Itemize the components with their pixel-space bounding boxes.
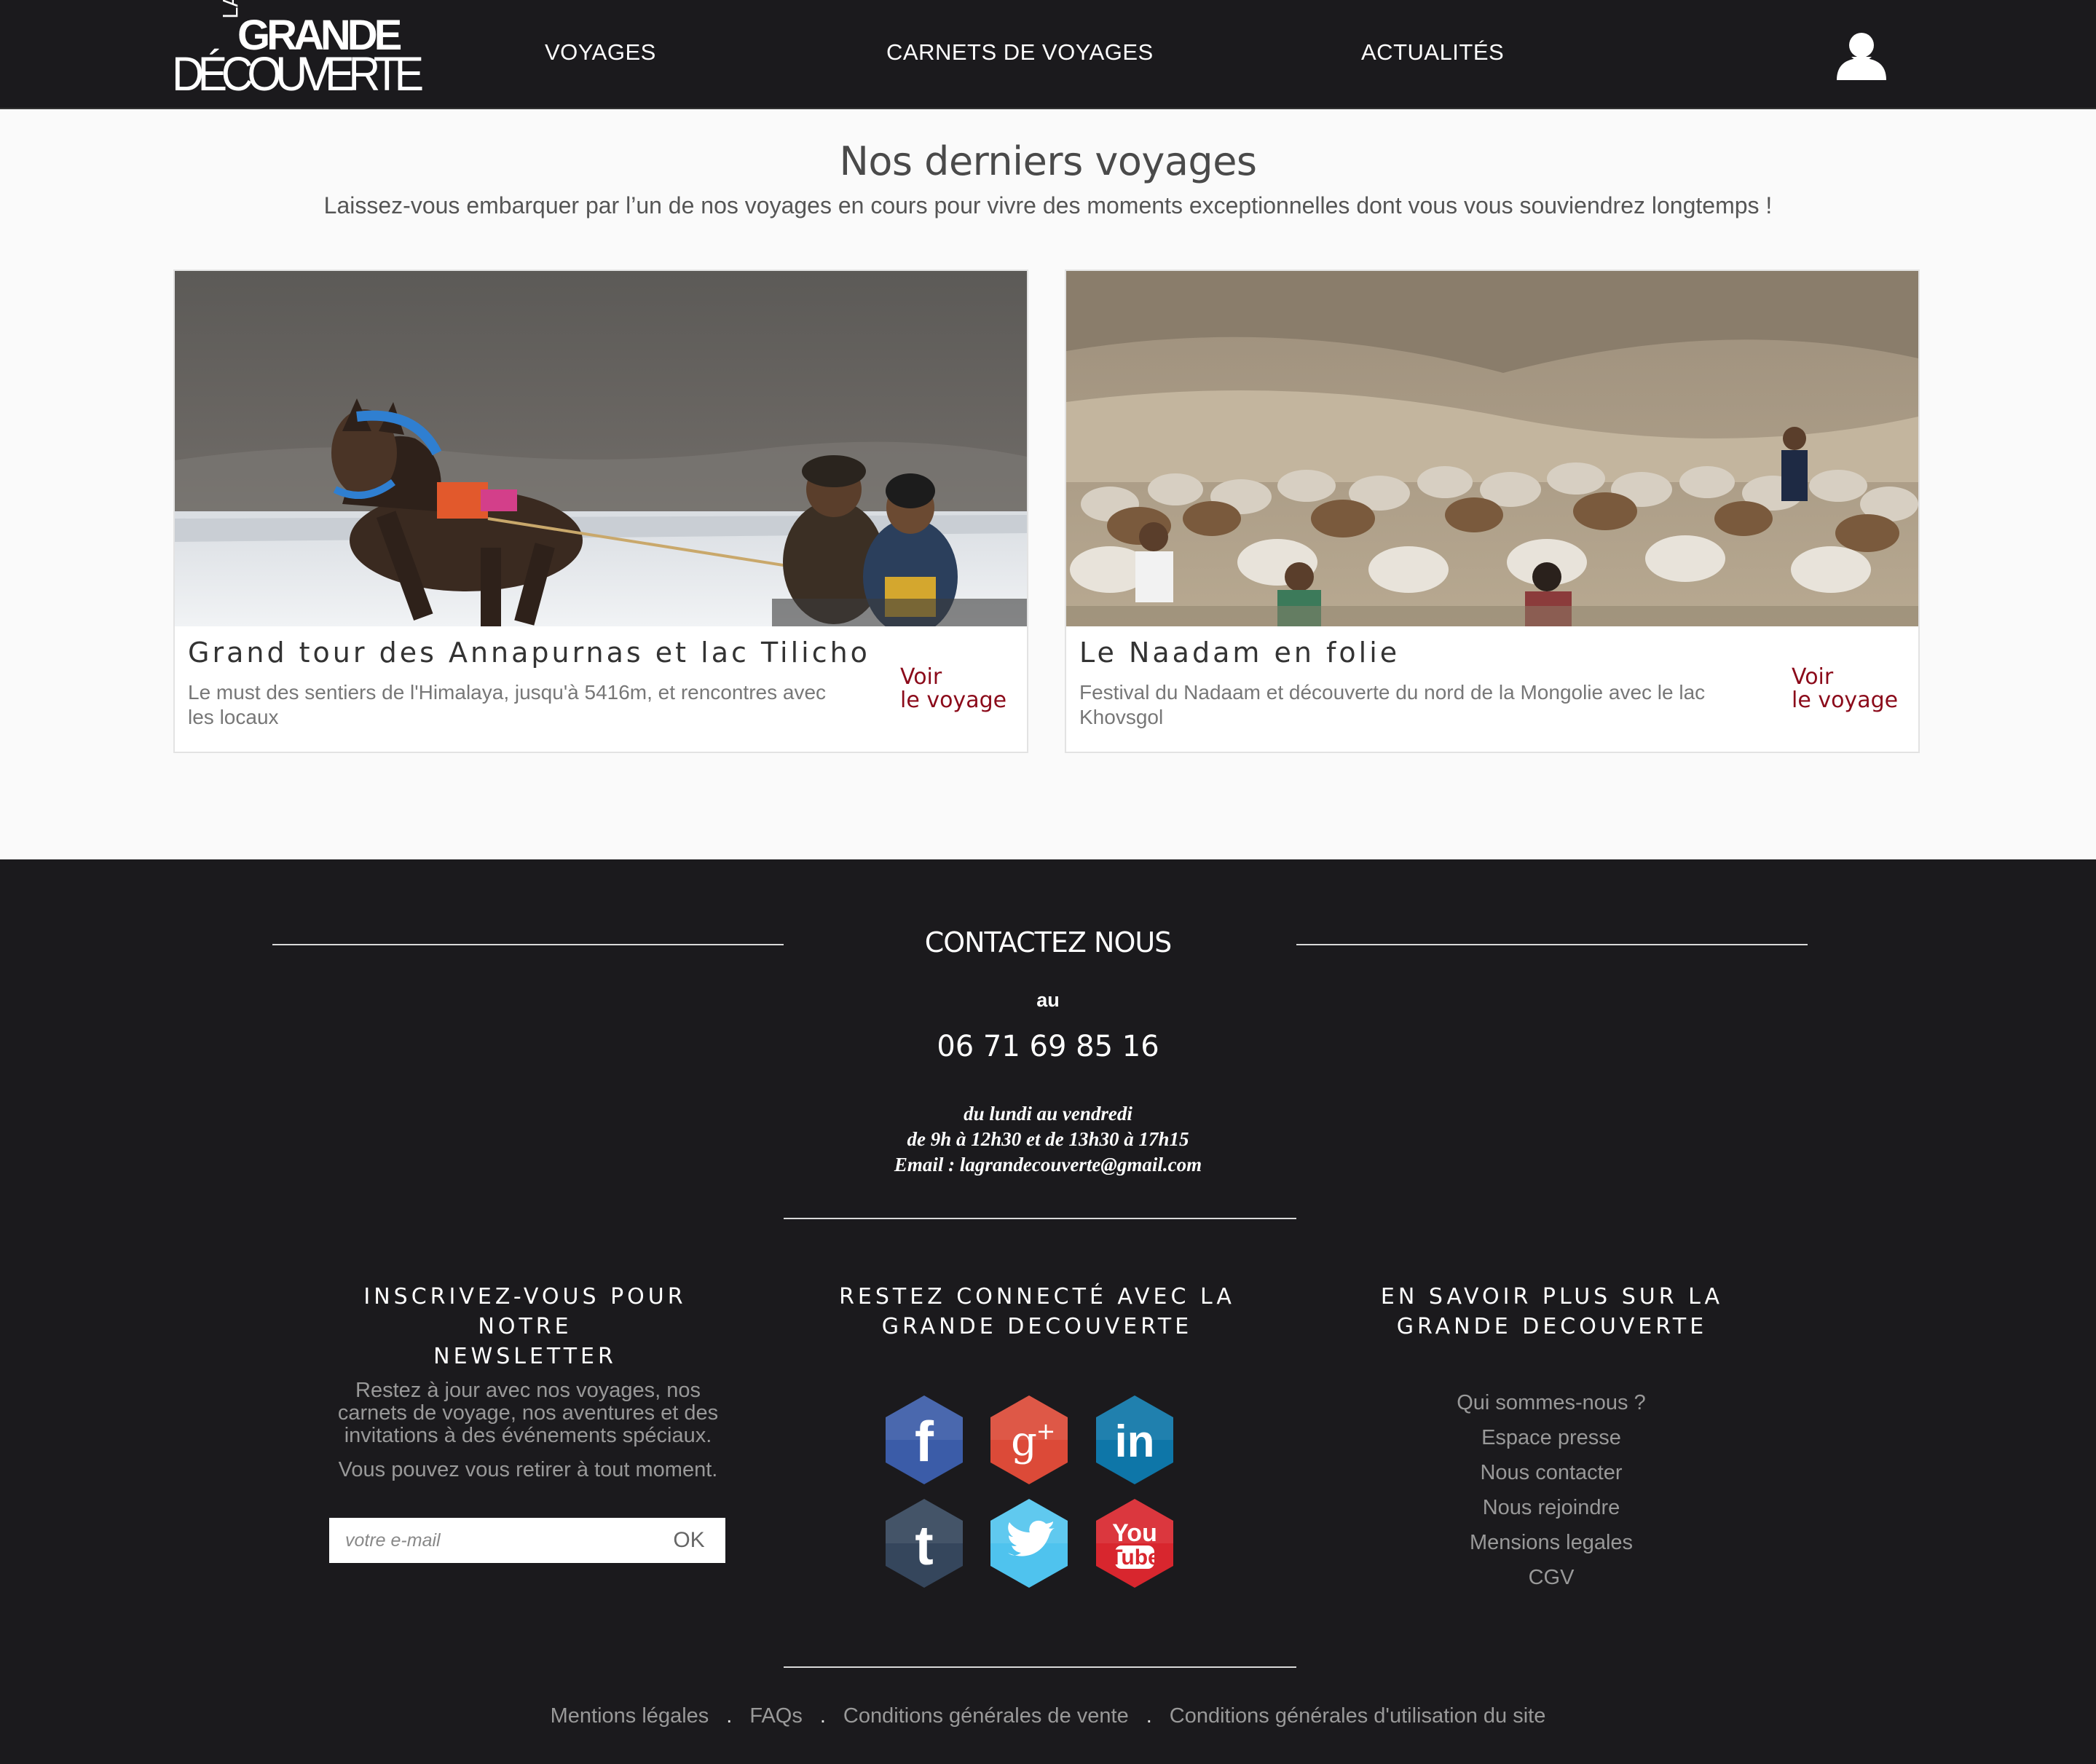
link-cgv[interactable]: CGV <box>1369 1566 1733 1590</box>
svg-text:g: g <box>1011 1418 1037 1465</box>
contact-title: CONTACTEZ NOUS <box>924 926 1173 958</box>
svg-text:in: in <box>1114 1417 1154 1467</box>
newsletter-form: OK <box>329 1518 725 1563</box>
more-info-title-line1: EN SAVOIR PLUS SUR LA <box>1380 1284 1724 1310</box>
newsletter-text-line2: carnets de voyage, nos aventures et des <box>337 1401 719 1425</box>
svg-text:You: You <box>1112 1519 1157 1547</box>
more-info-title: EN SAVOIR PLUS SUR LA GRANDE DECOUVERTE <box>1348 1282 1756 1342</box>
link-qui-sommes-nous[interactable]: Qui sommes-nous ? <box>1369 1391 1733 1415</box>
trip-card-annapurnas[interactable]: Grand tour des Annapurnas et lac Tilicho… <box>173 269 1028 753</box>
page-subtitle: Laissez-vous embarquer par l’un de nos v… <box>323 192 1773 218</box>
svg-text:+: + <box>1036 1417 1056 1445</box>
newsletter-title-line2: NEWSLETTER <box>433 1344 617 1369</box>
bottom-separator: . <box>1146 1704 1152 1728</box>
google-plus-icon[interactable]: g + <box>986 1393 1072 1487</box>
bottom-separator: . <box>819 1704 826 1728</box>
linkedin-icon[interactable]: in <box>1092 1393 1178 1487</box>
trip-photo-herd <box>1066 271 1918 626</box>
link-mensions-legales[interactable]: Mensions legales <box>1369 1531 1733 1555</box>
newsletter-title: INSCRIVEZ-VOUS POUR NOTRE NEWSLETTER <box>321 1282 729 1371</box>
bottom-separator: . <box>726 1704 733 1728</box>
bottom-link-faqs[interactable]: FAQs <box>749 1704 803 1728</box>
twitter-icon[interactable] <box>986 1496 1072 1591</box>
bottom-link-mentions-legales[interactable]: Mentions légales <box>551 1704 709 1728</box>
nav-carnets-de-voyages[interactable]: CARNETS DE VOYAGES <box>886 39 1154 66</box>
link-nous-contacter[interactable]: Nous contacter <box>1369 1461 1733 1485</box>
svg-text:Tube: Tube <box>1109 1546 1159 1570</box>
view-trip-link[interactable]: Voir le voyage <box>900 666 1009 712</box>
link-nous-rejoindre[interactable]: Nous rejoindre <box>1369 1496 1733 1520</box>
bottom-link-cgv[interactable]: Conditions générales de vente <box>843 1704 1129 1728</box>
bottom-link-cgu[interactable]: Conditions générales d'utilisation du si… <box>1170 1704 1546 1728</box>
newsletter-title-line1: INSCRIVEZ-VOUS POUR NOTRE <box>363 1284 687 1339</box>
site-logo[interactable]: LA GRANDE DÉCOUVERTE <box>172 0 424 98</box>
view-trip-link[interactable]: Voir le voyage <box>1792 666 1901 712</box>
more-info-title-line2: GRANDE DECOUVERTE <box>1396 1314 1708 1339</box>
view-trip-link-line1: Voir <box>1792 664 1834 690</box>
user-account-icon[interactable] <box>1835 29 1888 82</box>
divider-center <box>784 1218 1296 1219</box>
contact-au: au <box>1036 989 1060 1011</box>
link-espace-presse[interactable]: Espace presse <box>1369 1426 1733 1450</box>
trip-card-naadam[interactable]: Le Naadam en folie Festival du Nadaam et… <box>1065 269 1920 753</box>
newsletter-unsubscribe-note: Vous pouvez vous retirer à tout moment. <box>338 1458 718 1481</box>
newsletter-submit-button[interactable]: OK <box>653 1518 725 1563</box>
trip-title: Grand tour des Annapurnas et lac Tilicho <box>188 637 870 669</box>
contact-phone[interactable]: 06 71 69 85 16 <box>0 1030 2096 1063</box>
trip-title: Le Naadam en folie <box>1079 637 1400 669</box>
page-title: Nos derniers voyages <box>839 138 1257 184</box>
svg-text:f: f <box>915 1409 934 1473</box>
social-title-line2: GRANDE DECOUVERTE <box>881 1314 1193 1339</box>
nav-voyages[interactable]: VOYAGES <box>545 39 656 66</box>
contact-hours-range: de 9h à 12h30 et de 13h30 à 17h15 <box>907 1128 1189 1150</box>
newsletter-email-input[interactable] <box>329 1518 650 1563</box>
newsletter-text-line3: invitations à des événements spéciaux. <box>344 1424 712 1447</box>
facebook-icon[interactable]: f <box>881 1393 967 1487</box>
contact-days: du lundi au vendredi <box>964 1103 1132 1125</box>
contact-hours: du lundi au vendredi de 9h à 12h30 et de… <box>0 1101 2096 1178</box>
view-trip-link-line2: le voyage <box>1792 688 1899 713</box>
social-title-line1: RESTEZ CONNECTÉ AVEC LA <box>839 1284 1235 1310</box>
bottom-legal-links: Mentions légales. FAQs. Conditions général… <box>0 1704 2096 1728</box>
top-navigation-bar: LA GRANDE DÉCOUVERTE VOYAGES CARNETS DE … <box>0 0 2096 109</box>
youtube-icon[interactable]: You Tube <box>1092 1496 1178 1591</box>
newsletter-description: Restez à jour avec nos voyages, nos carn… <box>320 1379 736 1447</box>
social-title: RESTEZ CONNECTÉ AVEC LA GRANDE DECOUVERT… <box>833 1282 1241 1342</box>
view-trip-link-line2: le voyage <box>900 688 1007 713</box>
contact-email[interactable]: Email : lagrandecouverte@gmail.com <box>0 1152 2096 1178</box>
view-trip-link-line1: Voir <box>900 664 942 690</box>
newsletter-text-line1: Restez à jour avec nos voyages, nos <box>355 1379 701 1402</box>
trip-photo-horse-sled <box>175 271 1027 626</box>
logo-decouverte: DÉCOUVERTE <box>172 47 424 101</box>
nav-actualites[interactable]: ACTUALITÉS <box>1361 39 1504 66</box>
trip-description: Festival du Nadaam et découverte du nord… <box>1079 681 1706 728</box>
divider-bottom <box>784 1666 1296 1668</box>
trip-description: Le must des sentiers de l'Himalaya, jusq… <box>188 681 827 728</box>
svg-text:t: t <box>915 1515 933 1577</box>
tumblr-icon[interactable]: t <box>881 1496 967 1591</box>
